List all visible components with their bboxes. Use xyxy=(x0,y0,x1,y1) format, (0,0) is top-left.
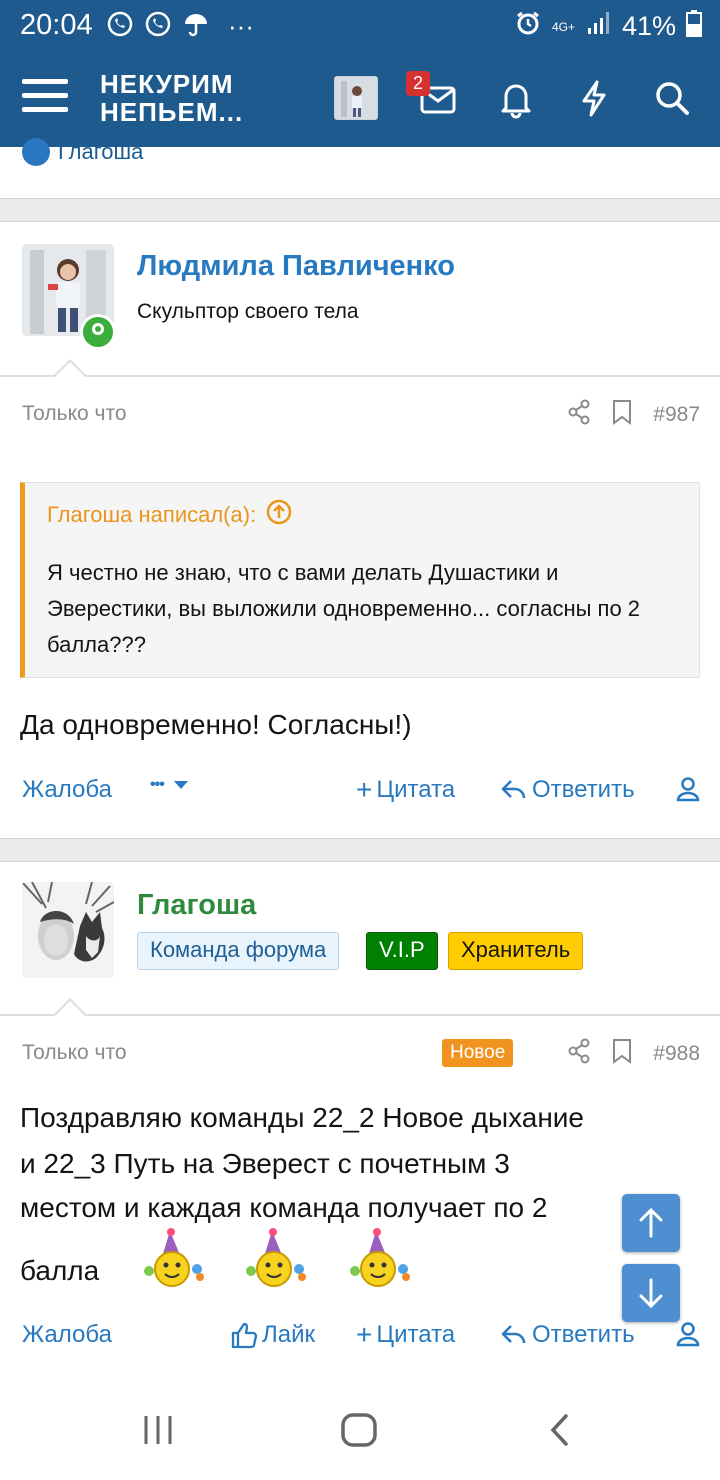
quote-label: Цитата xyxy=(376,1321,456,1348)
avatar-pointer xyxy=(53,998,87,1032)
post-meta-tools: #988 xyxy=(567,1038,700,1070)
share-icon[interactable] xyxy=(567,1038,591,1070)
avatar-pointer xyxy=(53,359,87,393)
quote-label: Цитата xyxy=(376,776,456,803)
author-name[interactable]: Глагоша xyxy=(137,889,256,922)
post-time[interactable]: Только что xyxy=(22,1041,127,1065)
arrow-up-circle-icon[interactable] xyxy=(266,499,292,531)
online-status-icon xyxy=(80,314,116,350)
divider xyxy=(0,375,720,377)
plus-icon: + xyxy=(356,774,373,805)
post-number[interactable]: #988 xyxy=(653,1042,700,1066)
party-smiley-icon xyxy=(242,1227,308,1291)
like-link[interactable]: Лайк xyxy=(230,1321,315,1349)
post-actions: Жалоба ••• + Цитата Ответить xyxy=(0,776,720,810)
post-actions: Жалоба Лайк + Цитата Ответить xyxy=(0,1321,720,1355)
message-line: и 22_3 Путь на Эверест с почетным 3 xyxy=(20,1148,510,1179)
message-line: балла xyxy=(20,1255,100,1286)
banner-keeper: Хранитель xyxy=(448,932,584,970)
new-badge: Новое xyxy=(442,1039,514,1067)
post-number[interactable]: #987 xyxy=(653,403,700,427)
back-icon[interactable] xyxy=(548,1412,572,1453)
scroll-up-button[interactable] xyxy=(622,1194,680,1252)
quote-header[interactable]: Глагоша написал(а): xyxy=(47,499,292,531)
report-link[interactable]: Жалоба xyxy=(22,776,112,804)
more-dots: ••• xyxy=(150,776,165,793)
post-separator xyxy=(0,198,720,222)
report-link[interactable]: Жалоба xyxy=(22,1321,112,1349)
user-icon[interactable] xyxy=(676,776,700,802)
reply-icon xyxy=(501,1325,526,1344)
plus-icon: + xyxy=(356,1319,373,1350)
message-line: местом и каждая команда получает по 2 xyxy=(20,1192,548,1223)
like-label: Лайк xyxy=(262,1321,316,1348)
scroll-down-button[interactable] xyxy=(622,1264,680,1322)
author-name[interactable]: Людмила Павличенко xyxy=(137,250,455,283)
message-text: Да одновременно! Согласны!) xyxy=(20,709,412,740)
divider xyxy=(0,1014,720,1016)
post-separator xyxy=(0,838,720,862)
share-icon[interactable] xyxy=(567,399,591,431)
quote-block: Глагоша написал(а): Я честно не знаю, чт… xyxy=(20,482,700,678)
party-smiley-icon xyxy=(346,1227,412,1291)
bookmark-icon[interactable] xyxy=(611,1038,633,1070)
reply-link[interactable]: Ответить xyxy=(500,1321,635,1349)
party-smiley-icon xyxy=(140,1227,206,1291)
reply-icon xyxy=(501,780,526,799)
banner-staff: Команда форума xyxy=(137,932,340,970)
reply-link[interactable]: Ответить xyxy=(500,776,635,804)
quote-link[interactable]: + Цитата xyxy=(356,776,455,804)
header-overlay xyxy=(0,0,720,147)
quote-author: Глагоша написал(а): xyxy=(47,502,257,527)
arrow-down-icon xyxy=(639,1278,663,1309)
message-line: Поздравляю команды 22_2 Новое дыхание xyxy=(20,1102,585,1133)
recent-apps-icon[interactable] xyxy=(142,1414,174,1451)
author-avatar[interactable] xyxy=(22,882,114,978)
post-meta-tools: #987 xyxy=(567,399,700,431)
reply-label: Ответить xyxy=(532,776,635,803)
arrow-up-icon xyxy=(639,1207,663,1238)
user-title: Скульптор своего тела xyxy=(137,300,359,323)
reply-label: Ответить xyxy=(532,1321,635,1348)
system-nav-bar xyxy=(0,1384,720,1480)
post-time[interactable]: Только что xyxy=(22,402,127,426)
bookmark-icon[interactable] xyxy=(611,399,633,431)
banner-vip: V.I.P xyxy=(366,932,438,970)
user-icon[interactable] xyxy=(676,1321,700,1347)
thumbs-up-icon xyxy=(231,1322,258,1349)
quote-link[interactable]: + Цитата xyxy=(356,1321,455,1349)
caret-down-icon xyxy=(173,781,188,789)
home-icon[interactable] xyxy=(340,1412,378,1453)
quote-text: Я честно не знаю, что с вами делать Душа… xyxy=(47,560,641,657)
more-menu[interactable]: ••• xyxy=(150,776,190,794)
